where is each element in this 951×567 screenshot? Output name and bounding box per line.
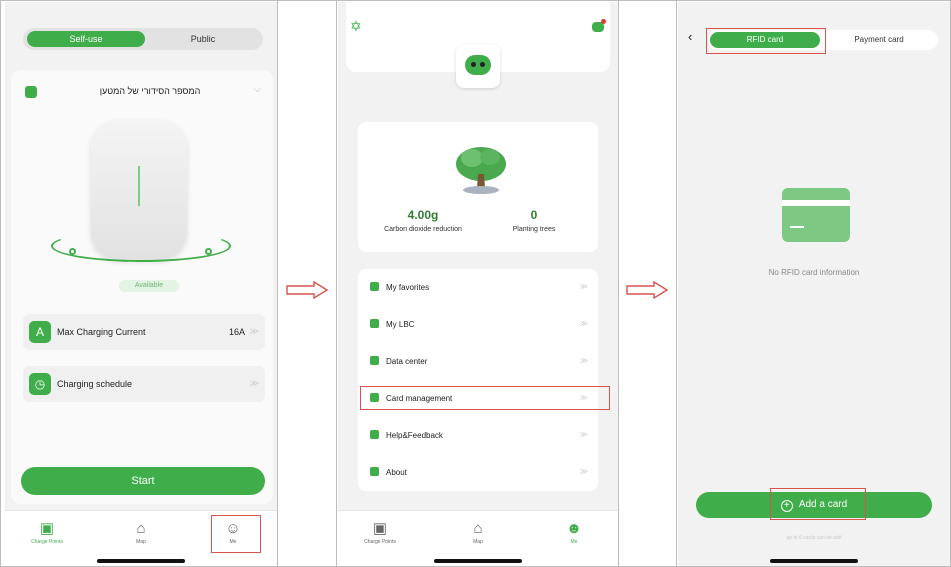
divider	[676, 1, 677, 567]
tab-label: Map	[473, 539, 483, 545]
charger-icon	[25, 86, 37, 98]
tree-icon	[456, 147, 506, 194]
charger-led	[138, 166, 140, 206]
charging-schedule-row[interactable]: ◷ Charging schedule ≫	[23, 366, 265, 402]
tab-label: Me	[570, 539, 578, 545]
tab-charge-points[interactable]: ▣ Charge Points	[350, 519, 410, 545]
public-tab[interactable]: Public	[147, 31, 259, 47]
tab-label: Charge Points	[31, 539, 63, 545]
menu-item-label: My LBC	[386, 320, 415, 329]
highlight-box-card-management	[360, 386, 610, 410]
robot-eye	[480, 62, 485, 67]
database-icon	[370, 356, 379, 365]
carbon-stat: 4.00g Carbon dioxide reduction	[368, 208, 478, 233]
home-indicator	[770, 559, 858, 563]
map-icon: ⌂	[473, 520, 483, 537]
charger-base-ring	[51, 230, 231, 262]
ring-node-left	[69, 248, 76, 255]
divider	[277, 1, 278, 567]
chevron-right-icon: ≫	[249, 378, 259, 388]
chevron-right-icon: ≫	[249, 326, 259, 336]
charge-point-icon: ▣	[39, 520, 55, 537]
chevron-right-icon: ≫	[579, 430, 588, 439]
arrow-right-icon	[286, 281, 328, 299]
trees-label: Planting trees	[512, 226, 556, 233]
back-arrow-icon[interactable]: ‹	[688, 29, 692, 44]
robot-face	[465, 55, 491, 75]
me-screen: ✡ 4.00g Carbon dioxide reduction 0 Plant…	[338, 2, 618, 566]
max-current-value: 16A	[228, 327, 245, 337]
chevron-right-icon: ≫	[579, 282, 588, 291]
menu-item-label: Help&Feedback	[386, 431, 443, 440]
amp-icon: A	[29, 321, 51, 343]
menu-item-help[interactable]: Help&Feedback ≫	[358, 417, 598, 453]
carbon-value: 4.00g	[407, 208, 439, 222]
chevron-right-icon: ≫	[579, 319, 588, 328]
home-indicator	[97, 559, 185, 563]
tab-label: Map	[136, 539, 146, 545]
highlight-box-me	[211, 515, 261, 553]
divider	[336, 1, 337, 567]
star-icon	[370, 282, 379, 291]
serial-selector[interactable]: המספר הסידורי של המטען ⌵	[25, 84, 265, 100]
card-limit-note: up to 6 cards can be add	[786, 535, 842, 541]
charger-screen: Self-use Public המספר הסידורי של המטען ⌵…	[5, 2, 277, 566]
max-current-row[interactable]: A Max Charging Current 16A ≫	[23, 314, 265, 350]
tab-charge-points[interactable]: ▣ Charge Points	[17, 519, 77, 545]
divider	[618, 1, 619, 567]
highlight-box-add-card	[770, 488, 866, 520]
eco-stats-card: 4.00g Carbon dioxide reduction 0 Plantin…	[358, 122, 598, 252]
clock-icon: ◷	[29, 373, 51, 395]
user-icon: ☻	[566, 520, 582, 537]
map-icon: ⌂	[136, 520, 146, 537]
settings-icon[interactable]: ✡	[350, 18, 362, 35]
trees-stat: 0 Planting trees	[484, 208, 584, 233]
charger-card: המספר הסידורי של המטען ⌵ Available A Max…	[11, 70, 273, 504]
menu-item-favorites[interactable]: My favorites ≫	[358, 269, 598, 305]
card-band	[782, 200, 850, 206]
info-icon	[370, 467, 379, 476]
empty-state-text: No RFID card information	[768, 268, 860, 277]
chevron-right-icon: ≫	[579, 356, 588, 365]
home-indicator	[434, 559, 522, 563]
empty-card-icon	[782, 188, 850, 242]
menu-item-about[interactable]: About ≫	[358, 454, 598, 490]
tab-payment-card[interactable]: Payment card	[824, 32, 934, 48]
menu-item-label: About	[386, 468, 407, 477]
avatar[interactable]	[456, 44, 500, 88]
bottom-tab-bar: ▣ Charge Points ⌂ Map ☻ Me	[338, 510, 618, 566]
start-button[interactable]: Start	[21, 467, 265, 495]
robot-eye	[471, 62, 476, 67]
tutorial-stage: Self-use Public המספר הסידורי של המטען ⌵…	[0, 0, 951, 567]
card-management-screen: ‹ RFID card Payment card No RFID card in…	[678, 2, 950, 566]
carbon-label: Carbon dioxide reduction	[384, 226, 462, 233]
tab-map[interactable]: ⌂ Map	[111, 519, 171, 545]
ring-node-right	[205, 248, 212, 255]
serial-label: המספר הסידורי של המטען	[99, 86, 201, 96]
menu-item-data-center[interactable]: Data center ≫	[358, 343, 598, 379]
charging-schedule-label: Charging schedule	[57, 379, 133, 389]
charge-point-icon: ▣	[372, 520, 388, 537]
chevron-right-icon: ≫	[579, 467, 588, 476]
me-menu: My favorites ≫ My LBC ≫ Data center ≫ Ca…	[358, 269, 598, 491]
self-use-tab[interactable]: Self-use	[27, 31, 145, 47]
menu-item-lbc[interactable]: My LBC ≫	[358, 306, 598, 342]
tab-map[interactable]: ⌂ Map	[448, 519, 508, 545]
usage-segment-control[interactable]: Self-use Public	[23, 28, 263, 50]
menu-item-label: My favorites	[386, 283, 430, 292]
arrow-right-icon	[626, 281, 668, 299]
notification-dot	[601, 19, 606, 24]
tab-me[interactable]: ☻ Me	[544, 519, 604, 545]
trees-value: 0	[530, 208, 538, 222]
chevron-down-icon: ⌵	[253, 84, 261, 95]
status-badge: Available	[119, 280, 179, 292]
tab-label: Charge Points	[364, 539, 396, 545]
max-current-label: Max Charging Current	[57, 327, 146, 337]
card-line	[790, 226, 804, 228]
lbc-icon	[370, 319, 379, 328]
highlight-box-rfid-tab	[706, 28, 826, 54]
help-icon	[370, 430, 379, 439]
menu-item-label: Data center	[386, 357, 428, 366]
